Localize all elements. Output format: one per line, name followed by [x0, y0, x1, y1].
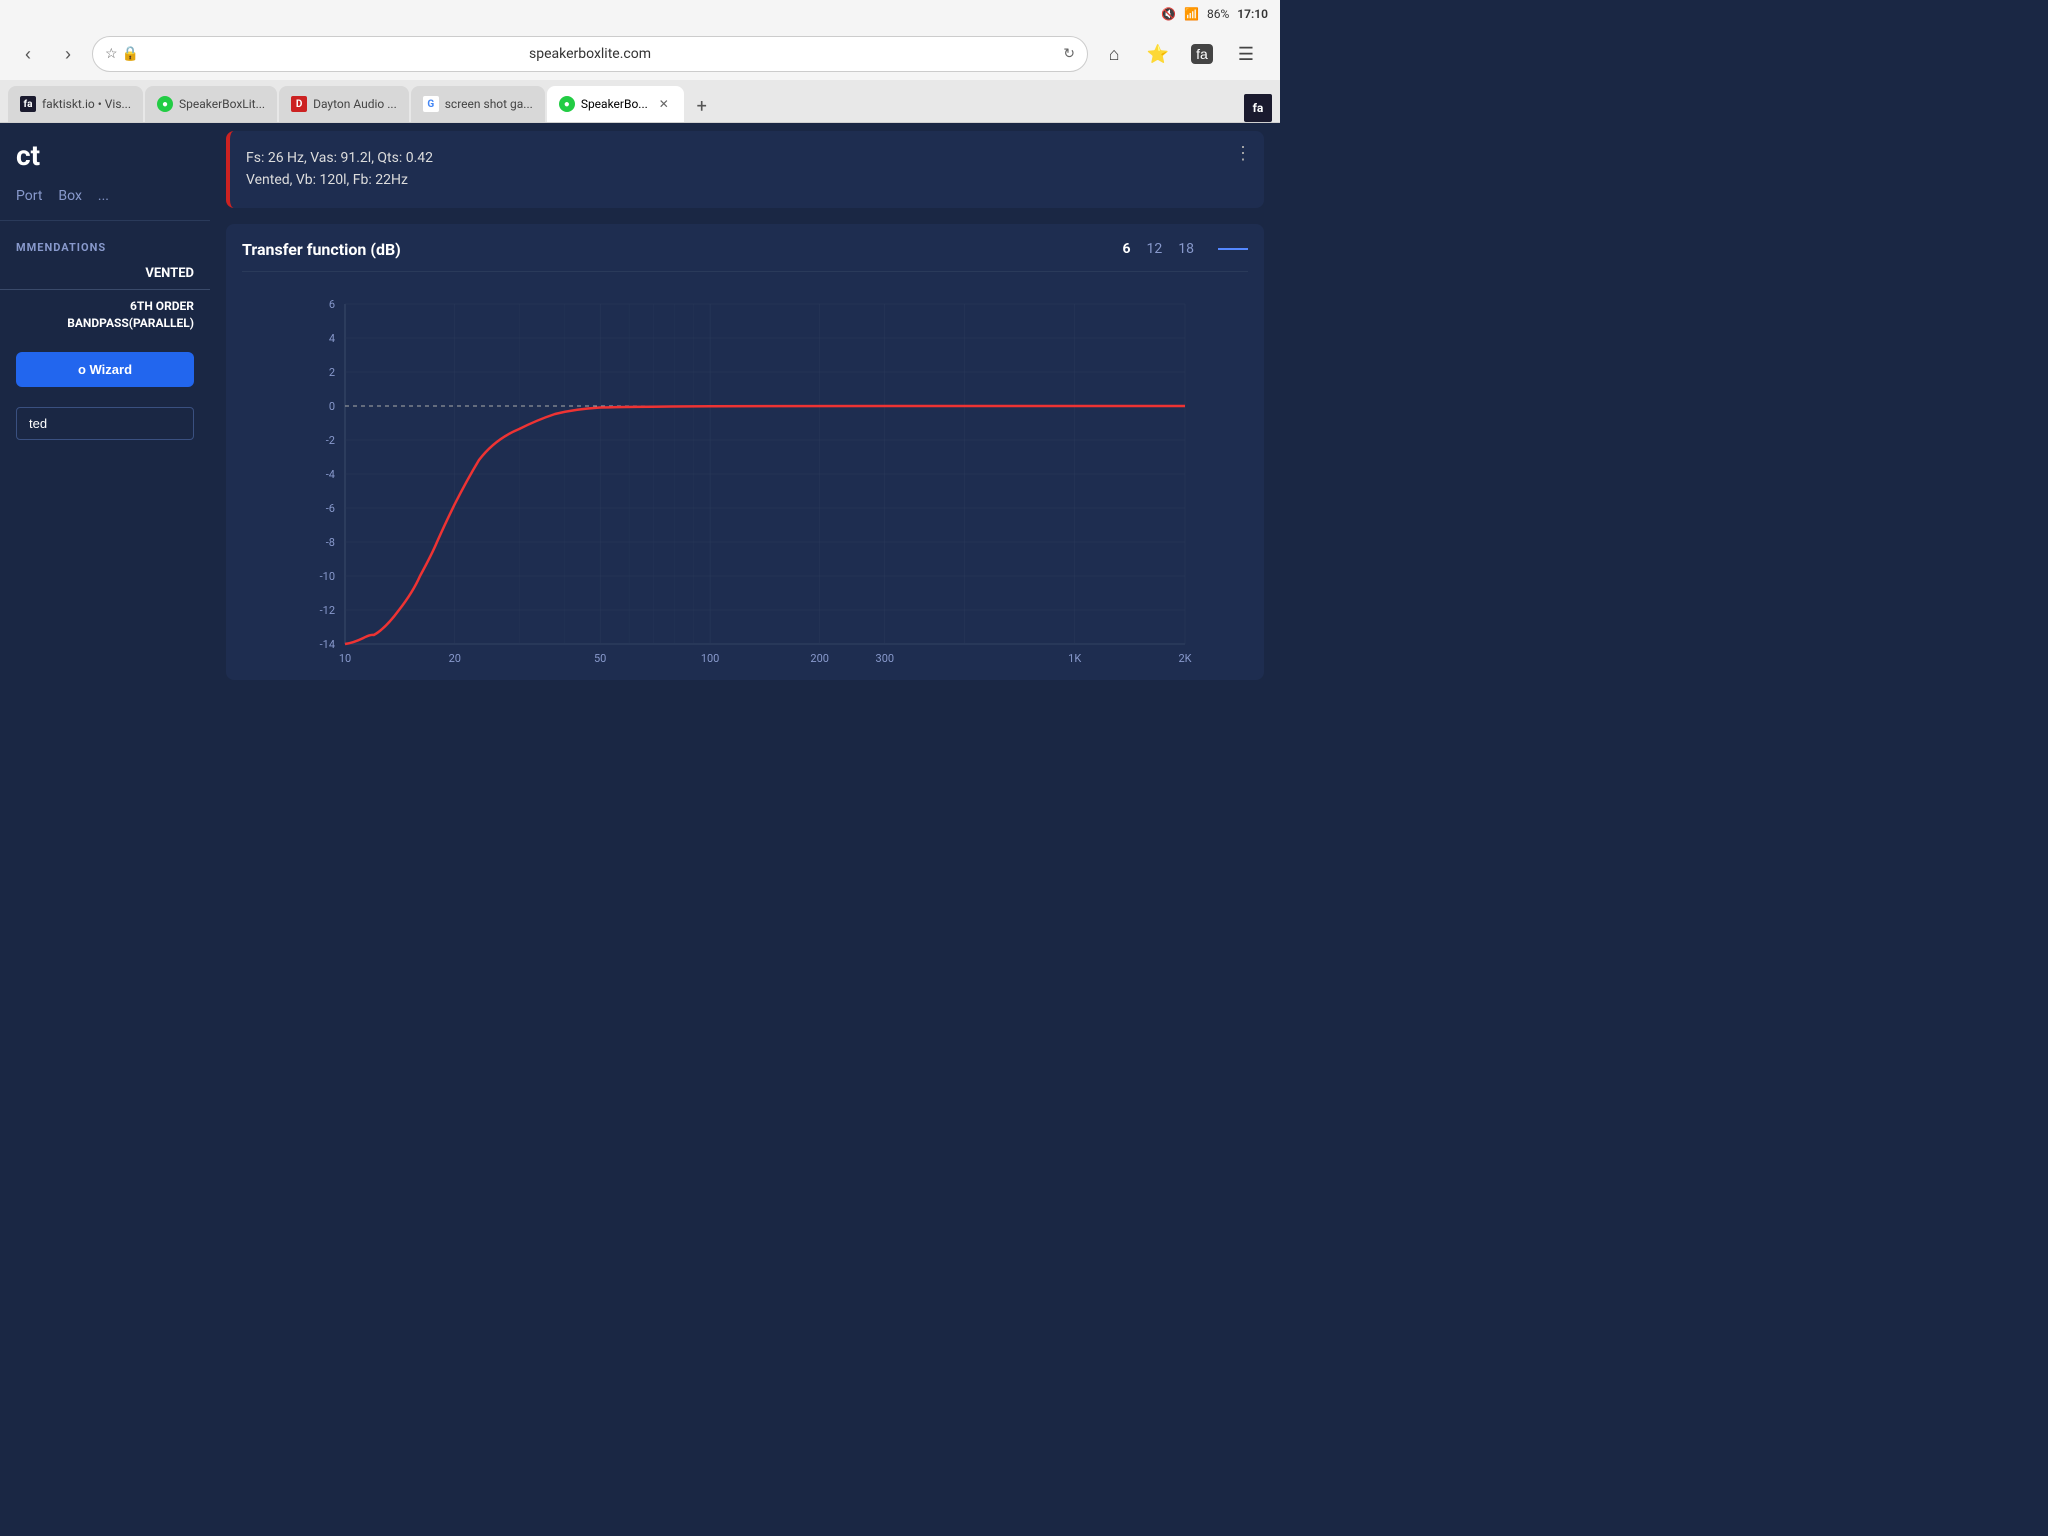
svg-text:6: 6 [329, 298, 335, 311]
browser-chrome: ‹ › ☆ 🔒 speakerboxlite.com ↻ ⌂ ⭐ fa ☰ fa… [0, 28, 1280, 123]
new-tab-button[interactable]: + [686, 90, 718, 122]
sidebar-top: ct [0, 123, 210, 180]
info-card-text: Fs: 26 Hz, Vas: 91.2l, Qts: 0.42 Vented,… [246, 147, 1248, 192]
tab-label-dayton: Dayton Audio ... [313, 97, 397, 111]
address-bar[interactable]: ☆ 🔒 speakerboxlite.com ↻ [92, 36, 1088, 72]
range-btn-6[interactable]: 6 [1122, 241, 1130, 257]
wizard-button[interactable]: o Wizard [16, 352, 194, 387]
svg-text:-14: -14 [320, 638, 335, 651]
nav-bar: ‹ › ☆ 🔒 speakerboxlite.com ↻ ⌂ ⭐ fa ☰ [0, 28, 1280, 80]
forward-button[interactable]: › [52, 38, 84, 70]
transfer-function-path [345, 406, 1185, 644]
tab-favicon-faktiskt: fa [20, 96, 36, 112]
battery-level: 86% [1207, 7, 1229, 21]
sidebar-divider-1 [0, 220, 210, 221]
notification-muted-icon: 🔇 [1161, 7, 1176, 21]
sidebar-title: ct [16, 139, 210, 172]
tab-label-faktiskt: faktiskt.io • Vis... [42, 97, 131, 111]
svg-text:-2: -2 [326, 434, 335, 447]
sidebar-tabs: Port Box ... [0, 180, 210, 212]
chart-legend-blue-line [1218, 248, 1248, 250]
svg-text:100: 100 [701, 652, 720, 664]
range-btn-18[interactable]: 18 [1178, 241, 1194, 257]
chart-svg-wrapper: 6 4 2 0 -2 -4 -6 -8 -10 -12 -14 10 20 50… [242, 284, 1248, 664]
svg-text:-8: -8 [326, 536, 335, 549]
address-bar-right-icons: ↻ [1063, 46, 1075, 62]
tab-screenshot[interactable]: G screen shot ga... [411, 86, 545, 122]
tab-faktiskt[interactable]: fa faktiskt.io • Vis... [8, 86, 143, 122]
wifi-icon: 📶 [1184, 7, 1199, 21]
svg-text:-4: -4 [326, 468, 335, 481]
tab-close-button[interactable]: ✕ [656, 96, 672, 112]
tab-favicon-spk2: ● [559, 96, 575, 112]
transfer-function-chart: 6 4 2 0 -2 -4 -6 -8 -10 -12 -14 10 20 50… [242, 284, 1248, 664]
sidebar-input-field[interactable] [16, 407, 194, 440]
sidebar: ct Port Box ... MMENDATIONS VENTED 6TH O… [0, 123, 210, 769]
sidebar-tab-more[interactable]: ... [98, 188, 109, 204]
chart-header: Transfer function (dB) 6 12 18 [242, 240, 1248, 259]
svg-text:-12: -12 [320, 604, 335, 617]
info-card-menu-icon[interactable]: ⋮ [1234, 143, 1252, 164]
lock-icon: 🔒 [122, 46, 139, 62]
main-content: ct Port Box ... MMENDATIONS VENTED 6TH O… [0, 123, 1280, 769]
sidebar-bandpass-item[interactable]: 6TH ORDER BANDPASS(PARALLEL) [0, 290, 210, 340]
time-display: 17:10 [1237, 7, 1268, 21]
chart-area: Fs: 26 Hz, Vas: 91.2l, Qts: 0.42 Vented,… [210, 123, 1280, 769]
tabs-bar: fa faktiskt.io • Vis... ● SpeakerBoxLit.… [0, 80, 1280, 122]
status-bar: 🔇 📶 86% 17:10 [0, 0, 1280, 28]
menu-button[interactable]: ☰ [1228, 36, 1264, 72]
chart-title: Transfer function (dB) [242, 240, 401, 259]
tab-label-spk2: SpeakerBo... [581, 97, 648, 111]
home-button[interactable]: ⌂ [1096, 36, 1132, 72]
tab-label-screenshot: screen shot ga... [445, 97, 533, 111]
profile-button[interactable]: fa [1184, 36, 1220, 72]
svg-text:2K: 2K [1178, 652, 1191, 664]
sidebar-vented-item[interactable]: VENTED [0, 258, 210, 290]
svg-text:4: 4 [329, 332, 335, 345]
svg-text:200: 200 [810, 652, 829, 664]
svg-text:10: 10 [339, 652, 351, 664]
svg-text:2: 2 [329, 366, 335, 379]
info-card: Fs: 26 Hz, Vas: 91.2l, Qts: 0.42 Vented,… [226, 131, 1264, 208]
browser-actions: ⌂ ⭐ fa ☰ [1096, 36, 1268, 72]
range-btn-12[interactable]: 12 [1147, 241, 1163, 257]
url-display: speakerboxlite.com [529, 46, 651, 62]
svg-text:-6: -6 [326, 502, 335, 515]
address-bar-left-icons: ☆ 🔒 [105, 46, 139, 62]
svg-text:-10: -10 [320, 570, 335, 583]
tab-favicon-dayton: D [291, 96, 307, 112]
tab-label-spk1: SpeakerBoxLit... [179, 97, 265, 111]
chart-container: Transfer function (dB) 6 12 18 [226, 224, 1264, 680]
info-line2: Vented, Vb: 120l, Fb: 22Hz [246, 169, 1248, 191]
sidebar-tab-port[interactable]: Port [16, 188, 42, 204]
tab-dayton[interactable]: D Dayton Audio ... [279, 86, 409, 122]
profile-tab-icon: fa [1244, 94, 1272, 122]
tab-speakerboxlit1[interactable]: ● SpeakerBoxLit... [145, 86, 277, 122]
chart-range-buttons: 6 12 18 [1122, 241, 1248, 257]
svg-text:20: 20 [449, 652, 461, 664]
tab-speakerboxlit2[interactable]: ● SpeakerBo... ✕ [547, 86, 684, 122]
sidebar-tab-box[interactable]: Box [58, 188, 82, 204]
svg-text:50: 50 [594, 652, 606, 664]
info-line1: Fs: 26 Hz, Vas: 91.2l, Qts: 0.42 [246, 147, 1248, 169]
bookmarks-button[interactable]: ⭐ [1140, 36, 1176, 72]
svg-text:0: 0 [329, 400, 335, 413]
svg-text:1K: 1K [1068, 652, 1081, 664]
bookmark-icon: ☆ [105, 46, 118, 62]
svg-text:300: 300 [876, 652, 895, 664]
reload-icon[interactable]: ↻ [1063, 46, 1075, 62]
tab-favicon-google: G [423, 96, 439, 112]
sidebar-input-wrapper [16, 407, 194, 440]
chart-divider [242, 271, 1248, 272]
tab-favicon-spk1: ● [157, 96, 173, 112]
back-button[interactable]: ‹ [12, 38, 44, 70]
sidebar-section-title: MMENDATIONS [0, 229, 210, 258]
